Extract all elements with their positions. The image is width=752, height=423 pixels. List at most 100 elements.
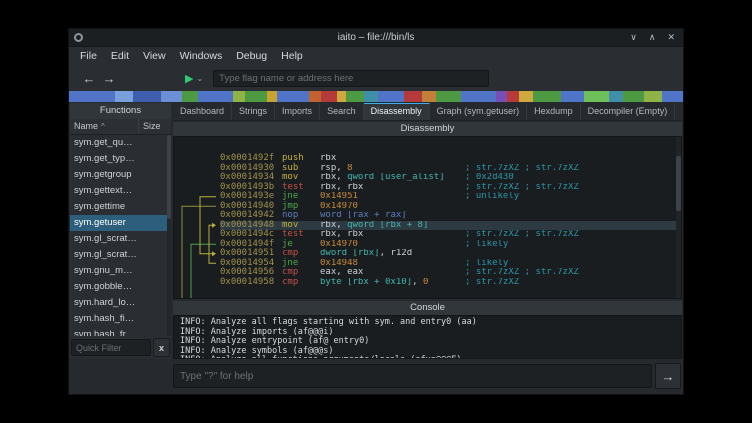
operand-token: 0x14970 xyxy=(320,202,358,211)
function-row[interactable]: sym.gettext… xyxy=(70,183,171,199)
instruction-comment: ; str.7zXZ ; str.7zXZ xyxy=(465,164,681,174)
tab-disassembly[interactable]: Disassembly xyxy=(364,103,430,120)
memory-map-segment[interactable] xyxy=(321,91,337,102)
memory-map-segment[interactable] xyxy=(436,91,461,102)
function-row[interactable]: sym.gnu_m… xyxy=(70,263,171,279)
menu-view[interactable]: View xyxy=(136,47,173,65)
close-icon[interactable]: ✕ xyxy=(667,29,675,46)
shade-icon[interactable]: ∨ xyxy=(630,29,637,46)
iaito-window: iaito – file:///bin/ls ∨ ∧ ✕ FileEditVie… xyxy=(68,28,684,395)
menu-debug[interactable]: Debug xyxy=(229,47,274,65)
console-title[interactable]: Console xyxy=(173,301,682,315)
memory-map-segment[interactable] xyxy=(662,91,683,102)
memory-map-segment[interactable] xyxy=(644,91,662,102)
tab-imports[interactable]: Imports xyxy=(275,103,320,120)
disassembly-scrollbar-thumb[interactable] xyxy=(676,156,681,211)
memory-map-segment[interactable] xyxy=(623,91,644,102)
memory-map-segment[interactable] xyxy=(115,91,133,102)
forward-icon[interactable]: → xyxy=(99,71,119,86)
console-dock: Console INFO: Analyze all flags starting… xyxy=(173,301,682,359)
memory-map-segment[interactable] xyxy=(337,91,346,102)
menu-edit[interactable]: Edit xyxy=(104,47,136,65)
instruction-operands: 0x14948 xyxy=(320,259,465,269)
size-column-header[interactable]: Size xyxy=(139,119,171,134)
memory-map-segment[interactable] xyxy=(378,91,404,102)
tab-strings[interactable]: Strings xyxy=(232,103,275,120)
function-row[interactable]: sym.gl_scrat… xyxy=(70,247,171,263)
functions-panel-title[interactable]: Functions xyxy=(70,103,171,119)
function-row[interactable]: sym.gettime xyxy=(70,199,171,215)
continue-button[interactable]: ▶ ⌄ xyxy=(185,72,203,85)
memory-map-segment[interactable] xyxy=(267,91,278,102)
jump-arrows xyxy=(174,137,220,299)
memory-map-segment[interactable] xyxy=(277,91,309,102)
function-row[interactable]: sym.get_qu… xyxy=(70,135,171,151)
disassembly-title[interactable]: Disassembly xyxy=(173,122,682,136)
quick-filter-input[interactable] xyxy=(71,339,151,356)
tab-dashboard[interactable]: Dashboard xyxy=(173,103,232,120)
quick-filter-clear-button[interactable]: x xyxy=(153,338,170,357)
tab-decompiler[interactable]: Decompiler (Empty) xyxy=(581,103,676,120)
name-column-header[interactable]: Name ^ xyxy=(70,119,139,134)
memory-map-segment[interactable] xyxy=(507,91,519,102)
memory-map-segment[interactable] xyxy=(346,91,364,102)
memory-map[interactable] xyxy=(69,91,683,102)
memory-map-segment[interactable] xyxy=(69,91,115,102)
function-row[interactable]: sym.get_typ… xyxy=(70,151,171,167)
menu-help[interactable]: Help xyxy=(274,47,310,65)
command-row: → xyxy=(70,359,682,393)
window-controls: ∨ ∧ ✕ xyxy=(630,29,683,46)
memory-map-segment[interactable] xyxy=(533,91,561,102)
memory-map-segment[interactable] xyxy=(496,91,507,102)
function-row[interactable]: sym.getuser xyxy=(70,215,171,231)
function-row[interactable]: sym.gl_scrat… xyxy=(70,231,171,247)
function-row[interactable]: sym.gobble… xyxy=(70,279,171,295)
disassembly-view[interactable]: 0x0001492fpushrbx0x00014930subrsp, 8; st… xyxy=(173,136,682,299)
operand-token: eax xyxy=(347,268,363,277)
memory-map-segment[interactable] xyxy=(309,91,321,102)
memory-map-segment[interactable] xyxy=(233,91,245,102)
memory-map-segment[interactable] xyxy=(422,91,436,102)
console-output[interactable]: INFO: Analyze all flags starting with sy… xyxy=(173,315,682,359)
memory-map-segment[interactable] xyxy=(198,91,233,102)
memory-map-segment[interactable] xyxy=(182,91,198,102)
instruction-operands: rbx, qword [rbx + 8] xyxy=(320,221,465,231)
function-row[interactable]: sym.hard_lo… xyxy=(70,295,171,311)
function-row[interactable]: sym.getgroup xyxy=(70,167,171,183)
functions-scrollbar[interactable] xyxy=(167,135,171,336)
memory-map-segment[interactable] xyxy=(561,91,584,102)
tab-search[interactable]: Search xyxy=(320,103,364,120)
memory-map-segment[interactable] xyxy=(404,91,422,102)
memory-map-segment[interactable] xyxy=(461,91,496,102)
console-send-button[interactable]: → xyxy=(655,363,681,389)
disassembly-scrollbar[interactable] xyxy=(676,137,681,298)
menu-file[interactable]: File xyxy=(73,47,104,65)
jump-arrow-head xyxy=(212,223,216,228)
tab-hexdump[interactable]: Hexdump xyxy=(527,103,581,120)
title-bar[interactable]: iaito – file:///bin/ls ∨ ∧ ✕ xyxy=(69,29,683,47)
memory-map-segment[interactable] xyxy=(364,91,378,102)
functions-column-headers: Name ^ Size xyxy=(70,119,171,135)
console-command-input[interactable] xyxy=(173,364,652,388)
memory-map-segment[interactable] xyxy=(519,91,533,102)
menu-windows[interactable]: Windows xyxy=(173,47,230,65)
memory-map-segment[interactable] xyxy=(609,91,623,102)
memory-map-segment[interactable] xyxy=(584,91,609,102)
address-input[interactable] xyxy=(213,70,489,87)
tab-bar: DashboardStringsImportsSearchDisassembly… xyxy=(173,103,682,121)
function-row[interactable]: sym.hash_fi… xyxy=(70,311,171,327)
function-row[interactable]: sym.hash_fr… xyxy=(70,327,171,336)
functions-scrollbar-thumb[interactable] xyxy=(167,135,171,219)
back-icon[interactable]: ← xyxy=(79,71,99,86)
operand-token: 0x14948 xyxy=(320,259,358,268)
maximize-icon[interactable]: ∧ xyxy=(649,29,656,46)
instruction-operands: rbx, rbx xyxy=(320,230,465,240)
memory-map-segment[interactable] xyxy=(161,91,182,102)
tab-graph[interactable]: Graph (sym.getuser) xyxy=(430,103,528,120)
instruction-comment: ; str.7zXZ ; str.7zXZ xyxy=(465,183,681,193)
operand-token: r12d xyxy=(390,249,412,258)
memory-map-segment[interactable] xyxy=(245,91,266,102)
instruction-comment xyxy=(465,154,681,164)
disassembly-line[interactable]: 0x00014958cmpbyte [rbx + 0x10], 0; str.7… xyxy=(220,278,681,288)
memory-map-segment[interactable] xyxy=(133,91,161,102)
